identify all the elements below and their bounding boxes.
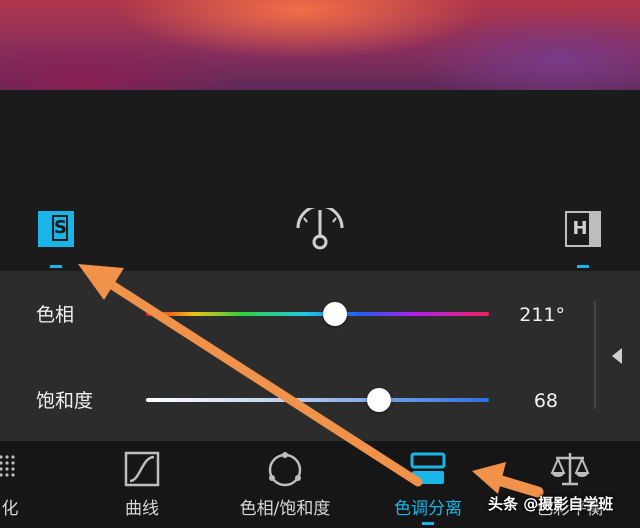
hue-circle-icon bbox=[268, 452, 302, 487]
shadows-active-indicator bbox=[50, 265, 62, 268]
tool-item-hue-saturation[interactable]: 色相/饱和度 bbox=[225, 441, 345, 528]
saturation-slider-track[interactable] bbox=[146, 398, 489, 402]
highlights-mode-fill bbox=[589, 213, 599, 245]
shadows-mode-label: S bbox=[52, 215, 68, 241]
hue-label: 色相 bbox=[36, 304, 75, 326]
tool-label: 色相/饱和度 bbox=[239, 499, 331, 519]
balance-gauge-icon[interactable] bbox=[294, 208, 346, 250]
balance-scale-icon bbox=[550, 453, 590, 486]
curve-icon bbox=[124, 451, 160, 487]
collapse-panel-icon[interactable] bbox=[612, 348, 622, 364]
active-tool-indicator bbox=[422, 522, 434, 525]
hue-slider-track[interactable] bbox=[146, 312, 489, 316]
saturation-slider-thumb[interactable] bbox=[367, 388, 392, 412]
shadows-mode-button[interactable]: S bbox=[38, 211, 74, 247]
hue-slider-thumb[interactable] bbox=[322, 302, 347, 326]
panel-divider bbox=[594, 301, 596, 409]
tool-label: 曲线 bbox=[125, 499, 159, 519]
hue-value: 211° bbox=[519, 304, 565, 326]
split-toning-panel: 色相 211° 饱和度 68 bbox=[0, 271, 640, 441]
highlights-mode-label: H bbox=[572, 218, 588, 239]
highlights-mode-button[interactable]: H bbox=[565, 211, 601, 247]
watermark: 头条 @摄影自学班 bbox=[488, 495, 614, 513]
photo-preview bbox=[0, 0, 640, 90]
tool-label: 色调分离 bbox=[394, 499, 462, 519]
split-toning-icon bbox=[410, 452, 446, 484]
tool-label: 化 bbox=[1, 499, 19, 519]
tool-item-curves[interactable]: 曲线 bbox=[106, 441, 178, 528]
saturation-value: 68 bbox=[533, 390, 558, 412]
highlights-indicator bbox=[577, 265, 589, 268]
saturation-label: 饱和度 bbox=[36, 390, 94, 412]
tool-item-split-toning[interactable]: 色调分离 bbox=[382, 441, 474, 528]
dots-grid-icon bbox=[0, 455, 15, 477]
tool-item-details[interactable]: 化 bbox=[0, 441, 40, 528]
